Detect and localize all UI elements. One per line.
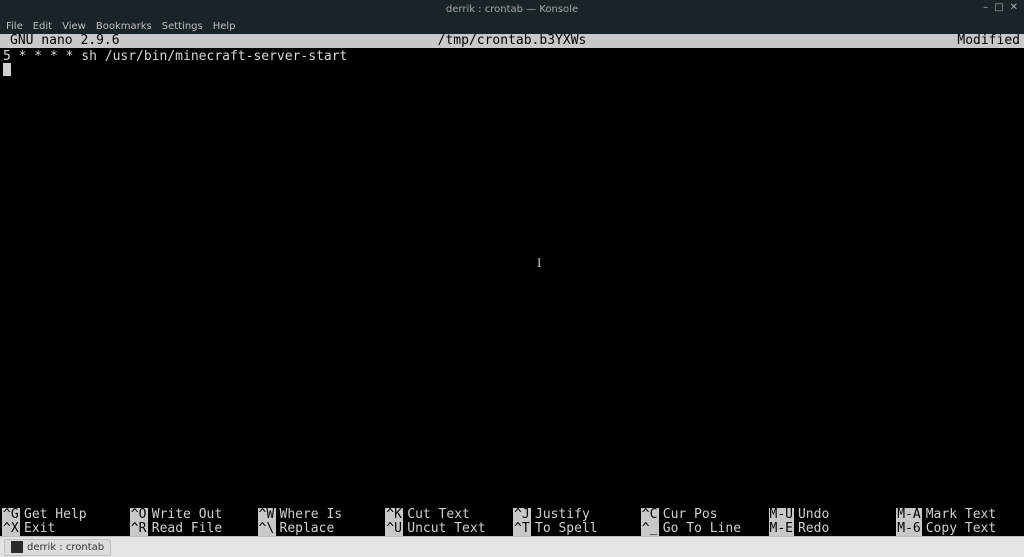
menu-help[interactable]: Help	[213, 21, 236, 32]
shortcut-mark-text: M-AMark Text	[896, 508, 1024, 522]
shortcut-go-to-line: ^_Go To Line	[641, 522, 769, 536]
nano-version: GNU nano 2.9.6	[4, 34, 120, 48]
menubar: File Edit View Bookmarks Settings Help	[0, 18, 1024, 34]
nano-footer: ^GGet Help ^OWrite Out ^WWhere Is ^KCut …	[0, 508, 1024, 536]
menu-settings[interactable]: Settings	[162, 21, 203, 32]
shortcut-redo: M-ERedo	[769, 522, 897, 536]
nano-status: Modified	[957, 34, 1020, 48]
maximize-icon[interactable]: □	[994, 2, 1003, 13]
menu-view[interactable]: View	[62, 21, 86, 32]
taskbar-item-konsole[interactable]: derrik : crontab	[4, 539, 111, 556]
shortcut-uncut-text: ^UUncut Text	[385, 522, 513, 536]
shortcut-get-help: ^GGet Help	[2, 508, 130, 522]
window-controls: – □ ✕	[983, 2, 1018, 13]
terminal-area[interactable]: GNU nano 2.9.6 /tmp/crontab.b3YXWs Modif…	[0, 34, 1024, 536]
shortcut-copy-text: M-6Copy Text	[896, 522, 1024, 536]
konsole-icon	[11, 541, 23, 553]
editor-line-1: 5 * * * * sh /usr/bin/minecraft-server-s…	[3, 49, 347, 64]
shortcut-to-spell: ^TTo Spell	[513, 522, 641, 536]
shortcut-justify: ^JJustify	[513, 508, 641, 522]
nano-filename: /tmp/crontab.b3YXWs	[438, 34, 587, 48]
taskbar-item-label: derrik : crontab	[27, 542, 104, 553]
shortcut-exit: ^XExit	[2, 522, 130, 536]
text-cursor-block	[3, 63, 11, 76]
shortcut-replace: ^\Replace	[258, 522, 386, 536]
shortcut-cur-pos: ^CCur Pos	[641, 508, 769, 522]
shortcut-cut-text: ^KCut Text	[385, 508, 513, 522]
shortcut-write-out: ^OWrite Out	[130, 508, 258, 522]
minimize-icon[interactable]: –	[983, 2, 988, 13]
window-titlebar: derrik : crontab — Konsole – □ ✕	[0, 0, 1024, 18]
editor-content[interactable]: 5 * * * * sh /usr/bin/minecraft-server-s…	[0, 48, 1024, 76]
menu-bookmarks[interactable]: Bookmarks	[96, 21, 152, 32]
menu-file[interactable]: File	[6, 21, 23, 32]
close-icon[interactable]: ✕	[1010, 2, 1018, 13]
window-title: derrik : crontab — Konsole	[446, 4, 578, 15]
shortcut-where-is: ^WWhere Is	[258, 508, 386, 522]
taskbar: derrik : crontab	[0, 536, 1024, 557]
menu-edit[interactable]: Edit	[33, 21, 52, 32]
ibeam-cursor-icon: I	[537, 256, 541, 269]
shortcut-read-file: ^RRead File	[130, 522, 258, 536]
nano-header: GNU nano 2.9.6 /tmp/crontab.b3YXWs Modif…	[0, 34, 1024, 48]
shortcut-undo: M-UUndo	[769, 508, 897, 522]
